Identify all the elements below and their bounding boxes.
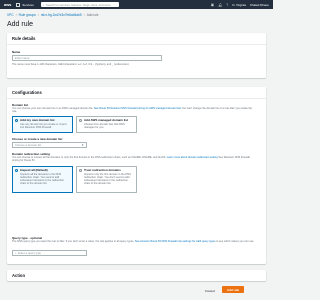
radio-inspect-all[interactable] [15,169,18,173]
caret-down-icon: ▼ [81,144,84,148]
radio-trust-redirection[interactable] [79,169,82,173]
domain-list-select-value: Choose a domain list [15,143,42,147]
search-input[interactable]: ⌕ Search for services, features, blogs, … [40,2,119,7]
domain-list-desc: You can choose your own domain list or a… [12,107,253,114]
chevron-right-icon: › [37,13,39,17]
top-nav: aws Services ⌕ Search for services, feat… [0,0,273,9]
name-help: The name must have 1-128 characters. Val… [12,63,130,66]
tile-own-domain-list[interactable]: Add my own domain list Use any domain li… [12,116,73,133]
action-panel: Action [7,270,266,281]
page-title: Add rule [7,21,34,28]
redirection-desc: You can choose to inspect all the domain… [12,156,250,163]
rule-details-heading: Rule details [7,33,266,45]
breadcrumb-rule-groups[interactable]: Rule groups [19,13,36,17]
tile-desc: Use any domain list you create or import… [20,122,67,129]
bell-icon[interactable]: 🔔︎ [218,3,222,7]
query-type-input[interactable]: ⌕ Enter a query type [12,250,87,256]
configurations-panel: Configurations Domain list You can choos… [7,87,266,264]
query-type-desc: The DNS query type you want the rule to … [12,240,255,243]
cloudshell-icon[interactable]: ▣ [211,3,214,7]
redirection-learn-more-link[interactable]: Learn more about domain redirection sett… [167,156,218,159]
help-icon[interactable]: ? [226,3,228,7]
chevron-right-icon: › [83,13,85,17]
breadcrumb-rule-group-id[interactable]: rslvr-frg-2cd7e3c7fe6a46ab5 [41,13,82,17]
region-selector[interactable]: N. Virginia [232,3,246,7]
query-type-link[interactable]: See Amazon Route 53 DNS Firewall rule se… [135,240,215,243]
aws-logo[interactable]: aws [4,2,11,7]
name-label: Name [12,50,21,54]
tile-inspect-all[interactable]: Inspect all (Default) Inspects all the d… [12,166,73,193]
domain-list-select[interactable]: Choose a domain list ▼ [12,142,87,148]
radio-aws-managed-list[interactable] [79,119,82,123]
choose-domain-list-label: Choose or create a new domain list [12,137,63,141]
query-type-placeholder: Enter a query type [18,251,41,255]
add-rule-button[interactable]: Add rule [222,286,244,293]
tile-desc: Inspects all the domains in the DNS redi… [20,172,64,186]
breadcrumb-vpc[interactable]: VPC [7,13,14,17]
search-icon: ⌕ [15,251,17,255]
tile-trust-redirection[interactable]: Trust redirection domains Inspects only … [76,166,137,193]
tile-aws-managed-list[interactable]: Add AWS managed domain list Choose from … [76,116,137,133]
rule-details-panel: Rule details Name Enter name The name mu… [7,33,266,78]
pricing-link[interactable]: See Route 53 Resolver DNS Firewall prici… [94,107,181,110]
account-menu[interactable]: Khaled Dhaou [250,3,269,7]
breadcrumb-current: Add rule [86,13,99,17]
search-placeholder: Search for services, features, blogs, do… [45,2,111,7]
configurations-heading: Configurations [7,87,266,99]
tile-desc: Choose from domain lists that AWS manage… [84,122,125,129]
radio-own-domain-list[interactable] [15,119,18,123]
tile-desc: Inspects only the first domain in the DN… [84,172,131,186]
breadcrumb: VPC › Rule groups › rslvr-frg-2cd7e3c7fe… [7,13,99,17]
services-grid-icon[interactable] [16,2,21,7]
cancel-button[interactable]: Cancel [205,289,215,293]
name-input[interactable]: Enter name [12,55,162,61]
chevron-right-icon: › [15,13,17,17]
search-icon: ⌕ [42,2,45,7]
action-heading: Action [12,273,26,278]
services-menu[interactable]: Services [22,3,34,7]
